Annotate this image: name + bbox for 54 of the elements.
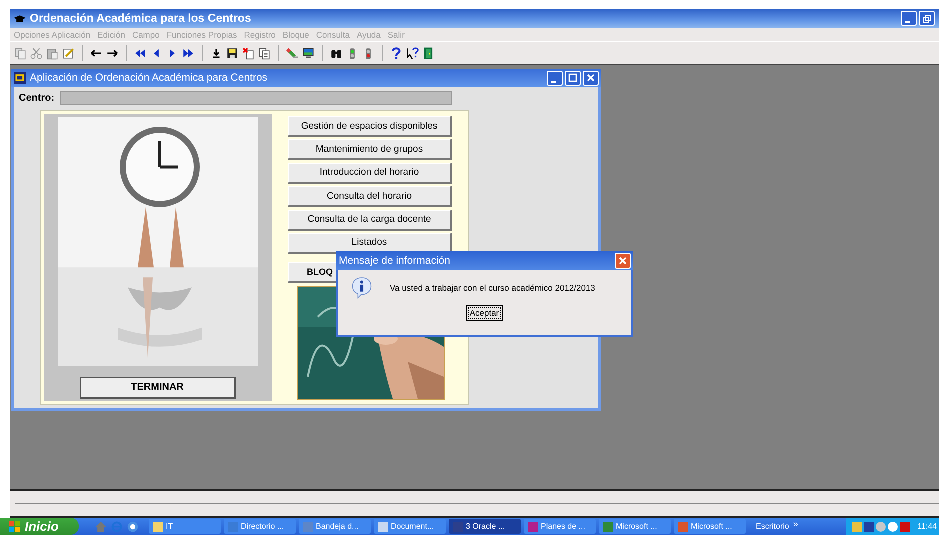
close-icon [618,256,628,266]
delete-document-icon[interactable] [242,46,255,60]
app-title: Ordenación Académica para los Centros [30,12,252,24]
maximize-icon [568,73,578,83]
help-pointer-icon[interactable] [406,46,419,60]
tray-icon[interactable] [888,522,898,532]
close-button[interactable] [615,252,631,268]
minimize-icon [905,21,910,23]
taskbar-button[interactable]: Directorio ... [224,519,296,534]
taskbar-button[interactable]: Document... [374,519,446,534]
more-chevron[interactable]: » [793,519,798,529]
menu-option-button[interactable]: Introduccion del horario [288,162,452,184]
eraser-icon[interactable] [286,46,299,60]
documents-icon[interactable] [258,46,271,60]
window-title: Aplicación de Ordenación Académica para Centros [30,72,269,84]
dialog-title: Mensaje de información [339,254,452,266]
taskbar-button[interactable]: IT [149,519,221,534]
taskbar-button[interactable]: Microsoft ... [599,519,671,534]
minimize-button[interactable] [901,11,917,26]
close-icon [586,73,596,83]
dialog-message: Va usted a trabajar con el curso académico 2012/2013 [390,283,596,293]
menu-option-button[interactable]: Consulta del horario [288,186,452,208]
clipboard-icon[interactable] [46,46,59,60]
monitor-icon[interactable] [302,46,315,60]
desktop-toolbar-label[interactable]: Escritorio [756,522,790,531]
info-icon [352,277,372,299]
taskbar-button[interactable]: Planes de ... [524,519,596,534]
clock: 11:44 [918,522,937,531]
minimize-button[interactable] [547,70,563,86]
tray-icon[interactable] [864,522,874,532]
graduation-cap-icon [14,14,26,22]
terminar-button[interactable]: TERMINAR [80,377,236,399]
last-record-icon[interactable] [182,46,195,60]
help-icon[interactable] [390,46,403,60]
windows-flag-icon [9,520,21,532]
restore-icon [922,14,932,24]
taskbar-button[interactable]: 3 Oracle ... [449,519,521,534]
menu-option-button[interactable]: Gestión de espacios disponibles [288,116,452,137]
taskbar-button[interactable]: Bandeja d... [299,519,371,534]
taskbar-button[interactable]: Microsoft ... [674,519,746,534]
restore-button[interactable] [919,11,935,26]
centro-field[interactable] [60,91,452,105]
menu-option-button[interactable]: Listados [288,232,452,254]
centro-label: Centro: [19,92,55,104]
pencil-document-icon[interactable] [62,46,75,60]
accept-button[interactable]: Aceptar [466,305,504,321]
start-button[interactable]: Inicio [0,518,79,535]
menu-option-button[interactable]: Consulta de la carga docente [288,210,452,231]
door-icon[interactable] [422,46,435,60]
close-button[interactable] [583,70,599,86]
first-record-icon[interactable] [134,46,147,60]
menu-option-button[interactable]: Mantenimiento de grupos [288,139,452,160]
minimize-icon [551,80,556,82]
maximize-button[interactable] [565,70,581,86]
